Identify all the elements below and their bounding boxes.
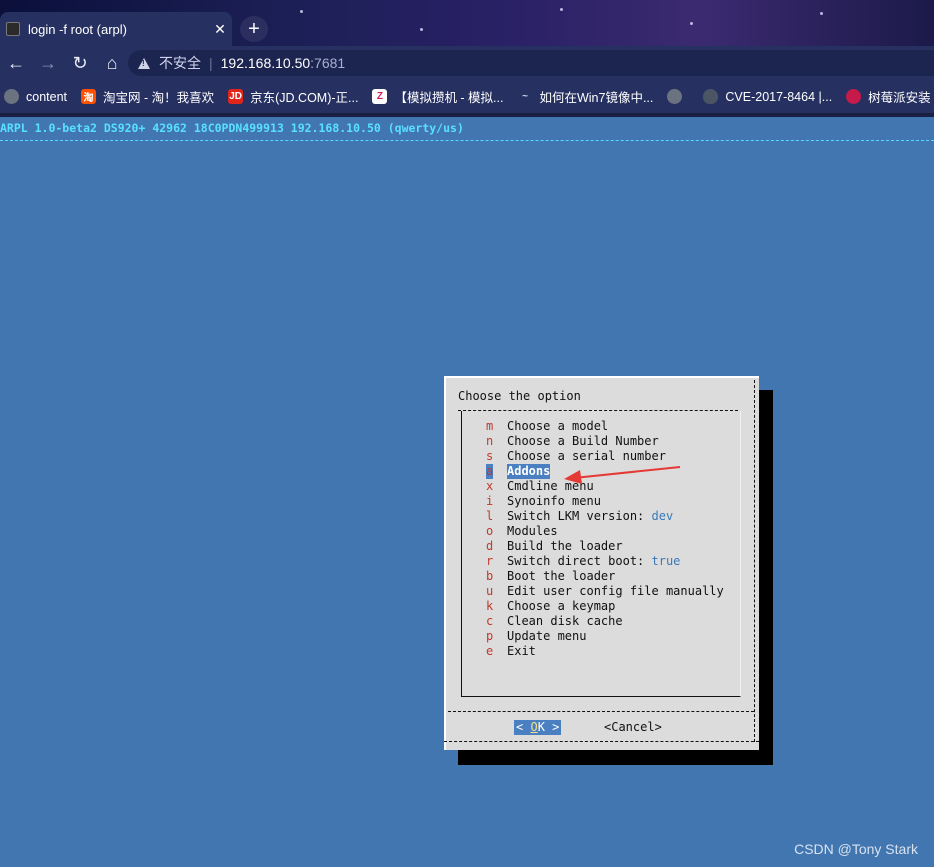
watermark: CSDN @Tony Stark — [794, 841, 918, 857]
menu-item-choose-a-keymap[interactable]: k Choose a keymap — [486, 599, 724, 614]
url-host: 192.168.10.50 — [220, 55, 311, 71]
menu-hotkey: l — [486, 509, 494, 523]
home-button[interactable]: ⌂ — [96, 48, 128, 78]
bookmark-globe[interactable] — [663, 89, 699, 104]
menu-hotkey: n — [486, 434, 494, 448]
menu-hotkey: e — [486, 644, 494, 658]
menu-hotkey: a — [486, 464, 494, 479]
active-tab[interactable]: login -f root (arpl) ✕ — [0, 12, 232, 46]
dialog-highlight — [444, 376, 759, 378]
close-tab-icon[interactable]: ✕ — [208, 21, 232, 38]
menu-item-switch-lkm-version[interactable]: l Switch LKM version: dev — [486, 509, 724, 524]
toolbar-divider — [0, 113, 934, 117]
menu-hotkey: p — [486, 629, 494, 643]
menu-hotkey: x — [486, 479, 494, 493]
menu-label: Choose a Build Number — [507, 434, 659, 448]
security-label[interactable]: 不安全 — [159, 53, 201, 73]
bookmark-taobao[interactable]: 淘 淘宝网 - 淘！我喜欢 — [77, 87, 224, 106]
dialog-title: Choose the option — [458, 389, 581, 403]
option-menu: m Choose a model n Choose a Build Number s Ch… — [486, 419, 724, 659]
bookmark-win7[interactable]: ~ 如何在Win7镜像中... — [513, 87, 663, 106]
browser-toolbar: ← → ↻ ⌂ 不安全 | 192.168.10.50 :7681 — [0, 46, 934, 80]
raspberry-icon — [846, 89, 862, 104]
menu-hotkey: k — [486, 599, 494, 613]
site-icon: ~ — [522, 91, 528, 102]
address-bar[interactable]: 不安全 | 192.168.10.50 :7681 — [128, 50, 934, 76]
menu-hotkey: b — [486, 569, 494, 583]
menu-label: Clean disk cache — [507, 614, 623, 628]
url-port: :7681 — [310, 55, 346, 71]
bookmark-content[interactable]: content — [0, 89, 77, 104]
menu-item-modules[interactable]: o Modules — [486, 524, 724, 539]
menu-label: Synoinfo menu — [507, 494, 601, 508]
choose-option-dialog: Choose the option m Choose a model n Choose… — [444, 376, 759, 750]
ok-button[interactable]: < OK > — [514, 720, 562, 735]
new-tab-button[interactable]: + — [240, 16, 268, 42]
terminal-divider — [0, 140, 934, 141]
background-star — [300, 10, 303, 13]
menu-item-build-the-loader[interactable]: d Build the loader — [486, 539, 724, 554]
menu-label: Choose a keymap — [507, 599, 616, 613]
dialog-highlight — [444, 376, 446, 750]
zol-icon: Z — [372, 89, 388, 104]
menu-label: Update menu — [507, 629, 587, 643]
bookmark-jd[interactable]: JD 京东(JD.COM)-正... — [224, 87, 368, 106]
terminal-favicon-icon — [6, 22, 20, 36]
globe-icon — [667, 89, 683, 104]
menu-item-exit[interactable]: e Exit — [486, 644, 724, 659]
menu-item-switch-direct-boot[interactable]: r Switch direct boot: true — [486, 554, 724, 569]
bookmark-zol[interactable]: Z 【模拟攒机 - 模拟... — [368, 87, 513, 106]
menu-item-choose-a-build-number[interactable]: n Choose a Build Number — [486, 434, 724, 449]
bookmark-cve[interactable]: CVE-2017-8464 |... — [699, 89, 842, 104]
menu-label: Addons — [507, 464, 551, 479]
menu-value: dev — [651, 509, 674, 523]
tab-strip: login -f root (arpl) ✕ + — [0, 0, 934, 46]
menu-item-edit-user-config-file-manually[interactable]: u Edit user config file manually — [486, 584, 724, 599]
menu-item-boot-the-loader[interactable]: b Boot the loader — [486, 569, 724, 584]
forward-button[interactable]: → — [32, 48, 64, 78]
menu-item-synoinfo-menu[interactable]: i Synoinfo menu — [486, 494, 724, 509]
jd-icon: JD — [228, 89, 244, 104]
menu-hotkey: u — [486, 584, 494, 598]
menu-item-clean-disk-cache[interactable]: c Clean disk cache — [486, 614, 724, 629]
menu-hotkey: c — [486, 614, 494, 628]
bookmarks-bar: content 淘 淘宝网 - 淘！我喜欢 JD 京东(JD.COM)-正...… — [0, 80, 934, 113]
menu-item-choose-a-model[interactable]: m Choose a model — [486, 419, 724, 434]
taobao-icon: 淘 — [81, 89, 97, 104]
reload-button[interactable]: ↻ — [64, 48, 96, 78]
button-divider — [448, 711, 754, 712]
menu-label: Boot the loader — [507, 569, 616, 583]
menu-label: Switch LKM version: — [507, 509, 652, 523]
menu-hotkey: m — [486, 419, 494, 433]
terminal-header: ARPL 1.0-beta2 DS920+ 42962 18C0PDN49991… — [0, 121, 464, 135]
globe-icon — [4, 89, 19, 104]
menu-hotkey: o — [486, 524, 494, 538]
url-separator: | — [209, 55, 213, 71]
menu-hotkey: d — [486, 539, 494, 553]
menu-value: true — [651, 554, 681, 568]
menu-label: Exit — [507, 644, 536, 658]
menu-label: Edit user config file manually — [507, 584, 724, 598]
menu-hotkey: r — [486, 554, 494, 568]
dialog-border — [754, 380, 755, 742]
annotation-arrow-icon — [564, 466, 681, 484]
menu-hotkey: s — [486, 449, 494, 463]
background-star — [820, 12, 823, 15]
menu-item-update-menu[interactable]: p Update menu — [486, 629, 724, 644]
background-star — [420, 28, 423, 31]
menu-label: Modules — [507, 524, 558, 538]
menu-hotkey: i — [486, 494, 494, 508]
tab-title: login -f root (arpl) — [28, 21, 127, 37]
menu-label: Build the loader — [507, 539, 623, 553]
shield-icon — [703, 89, 719, 104]
warning-icon[interactable] — [138, 57, 150, 69]
menu-label: Choose a model — [507, 419, 609, 433]
dialog-border — [444, 741, 759, 742]
cancel-button[interactable]: <Cancel> — [604, 720, 662, 735]
back-button[interactable]: ← — [0, 48, 32, 78]
menu-label: Switch direct boot: — [507, 554, 652, 568]
background-star — [690, 22, 693, 25]
background-star — [560, 8, 563, 11]
bookmark-raspberry[interactable]: 树莓派安装 — [842, 87, 934, 106]
